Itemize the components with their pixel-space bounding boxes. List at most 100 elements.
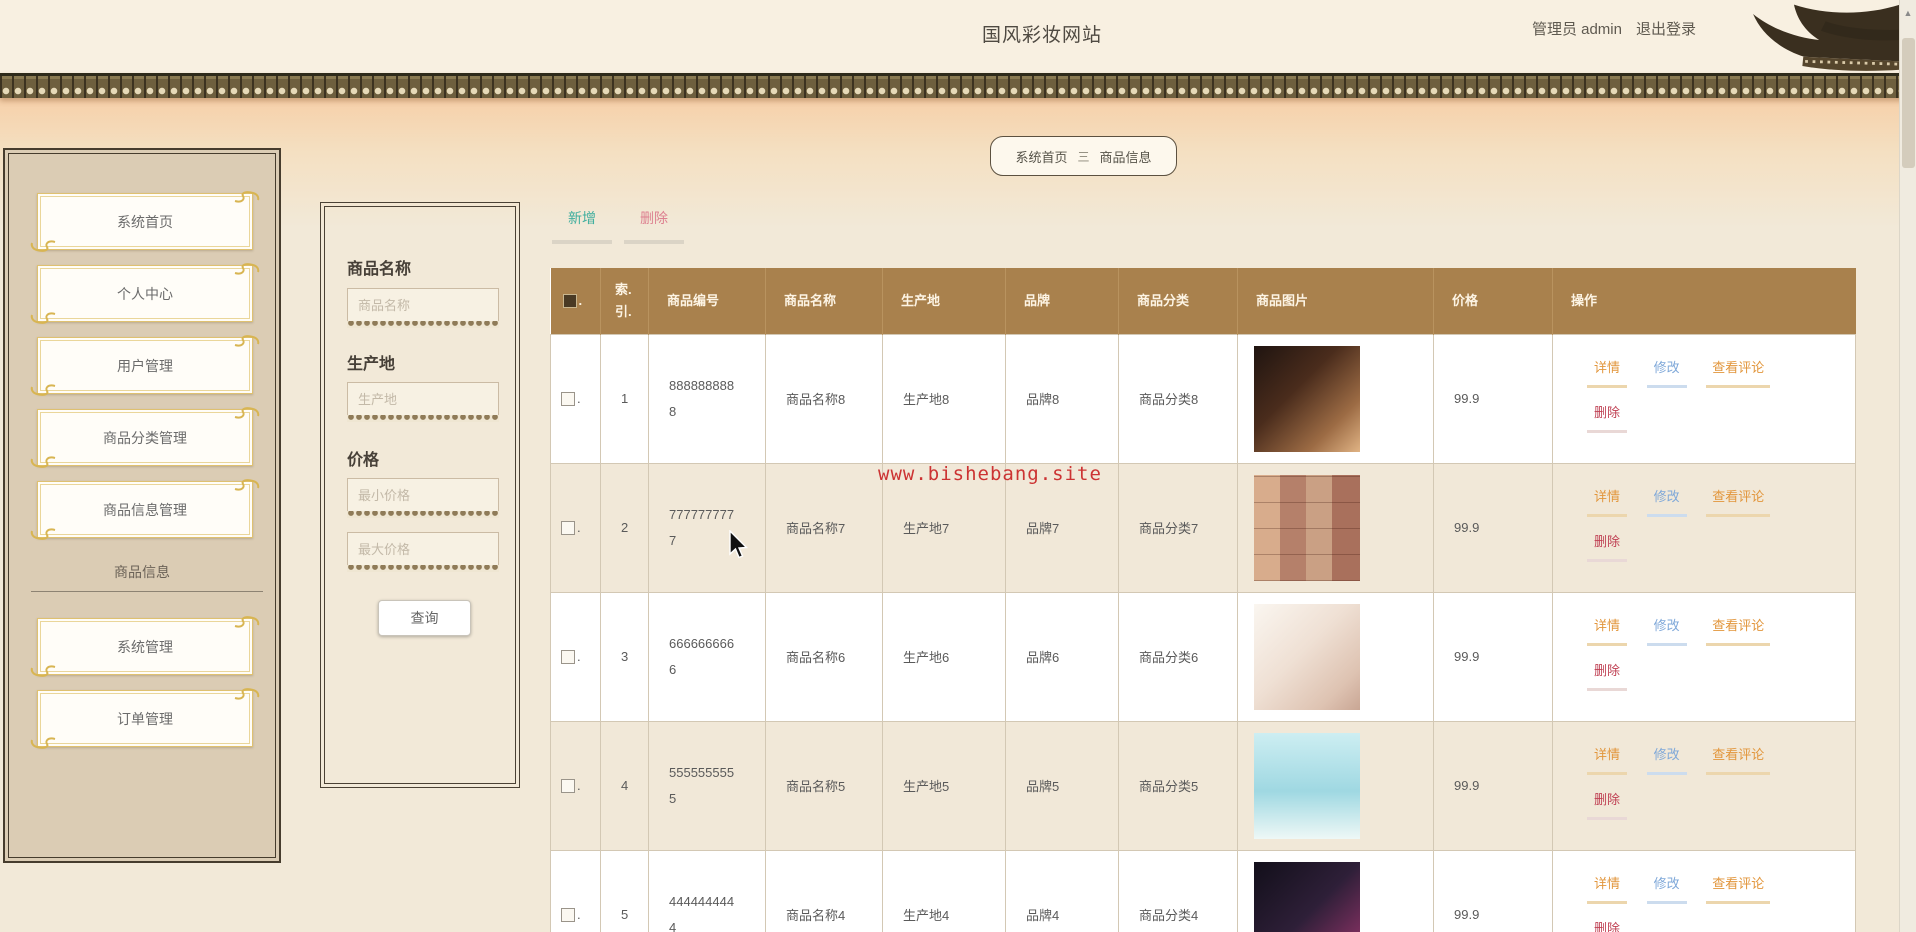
edit-link[interactable]: 修改 [1646,873,1687,904]
cell-sn: 4444444444 [648,849,766,932]
cell-index: 4 [600,720,649,851]
remove-link[interactable]: 删除 [1587,531,1627,562]
cell-brand: 品牌5 [1005,720,1119,851]
breadcrumb: 系统首页 三 商品信息 [990,136,1177,176]
cloud-scroll-icon [30,384,56,396]
product-table: . 索.引. 商品编号 商品名称 生产地 品牌 商品分类 商品图片 价格 操作 … [550,268,1856,932]
cell-index: 5 [600,849,649,932]
remove-link[interactable]: 删除 [1587,660,1627,691]
product-image [1254,861,1360,932]
row-checkbox[interactable] [561,650,575,665]
cloud-scroll-icon [234,688,260,700]
cell-name: 商品名称4 [765,849,883,932]
tile-border-decoration [0,73,1916,98]
col-sn-header: 商品编号 [648,268,766,334]
scroll-up-arrow-icon[interactable]: ▲ [1900,0,1916,18]
cell-price: 99.9 [1433,720,1553,851]
add-button[interactable]: 新增 [552,208,612,244]
cloud-scroll-icon [30,456,56,468]
view-comments-link[interactable]: 查看评论 [1706,873,1771,904]
table-toolbar: 新增 删除 [552,208,684,244]
sidebar-item-label: 订单管理 [117,710,173,727]
cell-sn: 7777777777 [648,462,766,593]
sidebar-item-product-management[interactable]: 商品信息管理 [30,479,260,540]
col-price-header: 价格 [1433,268,1553,334]
detail-link[interactable]: 详情 [1587,615,1627,646]
row-checkbox[interactable] [561,392,575,407]
logout-button[interactable]: 退出登录 [1636,18,1696,39]
scrollbar[interactable]: ▲ [1899,0,1916,932]
breadcrumb-current: 商品信息 [1099,149,1152,165]
delete-button[interactable]: 删除 [624,208,684,244]
scrollbar-thumb[interactable] [1902,38,1915,168]
cloud-scroll-icon [30,665,56,677]
lace-border-decoration [347,321,499,328]
cell-origin: 生产地4 [882,849,1006,932]
breadcrumb-home-link[interactable]: 系统首页 [1015,147,1067,166]
sidebar-item-label: 系统首页 [117,213,173,230]
sidebar-item-label: 商品信息管理 [103,501,187,518]
cell-price: 99.9 [1433,333,1553,464]
view-comments-link[interactable]: 查看评论 [1706,486,1771,517]
admin-page: 国风彩妆网站 管理员 admin 退出登录 ▲ 系统首页 个人中心 用户管理 商… [0,0,1916,932]
product-image [1254,603,1360,710]
row-checkbox[interactable] [561,779,575,794]
origin-input[interactable] [347,382,499,415]
col-ops-header: 操作 [1552,268,1856,334]
watermark-text: www.bishebang.site [878,463,1102,485]
view-comments-link[interactable]: 查看评论 [1706,744,1771,775]
row-checkbox[interactable] [561,908,575,923]
detail-link[interactable]: 详情 [1587,357,1627,388]
sidebar-item-system-management[interactable]: 系统管理 [30,616,260,677]
lace-border-decoration [347,415,499,422]
sidebar-item-user-management[interactable]: 用户管理 [30,335,260,396]
cell-origin: 生产地8 [882,333,1006,464]
detail-link[interactable]: 详情 [1587,873,1627,904]
table-header-row: . 索.引. 商品编号 商品名称 生产地 品牌 商品分类 商品图片 价格 操作 [550,268,1856,334]
detail-link[interactable]: 详情 [1587,744,1627,775]
table-row: . 1 8888888888 商品名称8 生产地8 品牌8 商品分类8 99.9… [550,333,1856,464]
sidebar-item-label: 系统管理 [117,638,173,655]
sidebar-section-label: 商品信息 [114,564,170,580]
sidebar: 系统首页 个人中心 用户管理 商品分类管理 商品信息管理 商品信息 系统管理 订… [3,148,281,863]
max-price-input[interactable] [347,532,499,565]
cell-price: 99.9 [1433,849,1553,932]
edit-link[interactable]: 修改 [1646,357,1687,388]
product-name-label: 商品名称 [347,261,412,278]
cloud-scroll-icon [30,240,56,252]
detail-link[interactable]: 详情 [1587,486,1627,517]
select-all-checkbox[interactable] [562,294,577,309]
cloud-scroll-icon [30,528,56,540]
sidebar-item-order-management[interactable]: 订单管理 [30,688,260,749]
user-area: 管理员 admin 退出登录 [1532,18,1696,39]
row-checkbox[interactable] [561,521,575,536]
view-comments-link[interactable]: 查看评论 [1706,357,1771,388]
query-button[interactable]: 查询 [378,600,471,636]
edit-link[interactable]: 修改 [1646,615,1687,646]
sidebar-item-category-management[interactable]: 商品分类管理 [30,407,260,468]
edit-link[interactable]: 修改 [1646,744,1687,775]
min-price-input[interactable] [347,478,499,511]
cell-category: 商品分类4 [1118,849,1238,932]
remove-link[interactable]: 删除 [1587,402,1627,433]
sidebar-item-personal-center[interactable]: 个人中心 [30,263,260,324]
cell-name: 商品名称7 [765,462,883,593]
edit-link[interactable]: 修改 [1646,486,1687,517]
breadcrumb-separator-icon: 三 [1077,149,1090,164]
cell-sn: 5555555555 [648,720,766,851]
cloud-scroll-icon [30,312,56,324]
remove-link[interactable]: 删除 [1587,918,1627,932]
col-image-header: 商品图片 [1237,268,1434,334]
cell-sn: 6666666666 [648,591,766,722]
product-name-input[interactable] [347,288,499,321]
sidebar-item-system-home[interactable]: 系统首页 [30,191,260,252]
cell-category: 商品分类5 [1118,720,1238,851]
remove-link[interactable]: 删除 [1587,789,1627,820]
sidebar-item-label: 商品分类管理 [103,429,187,446]
col-brand-header: 品牌 [1005,268,1119,334]
col-origin-header: 生产地 [882,268,1006,334]
logged-in-user: 管理员 admin [1531,21,1622,38]
top-header: 国风彩妆网站 管理员 admin 退出登录 [0,0,1916,73]
product-image [1254,474,1360,581]
view-comments-link[interactable]: 查看评论 [1706,615,1771,646]
